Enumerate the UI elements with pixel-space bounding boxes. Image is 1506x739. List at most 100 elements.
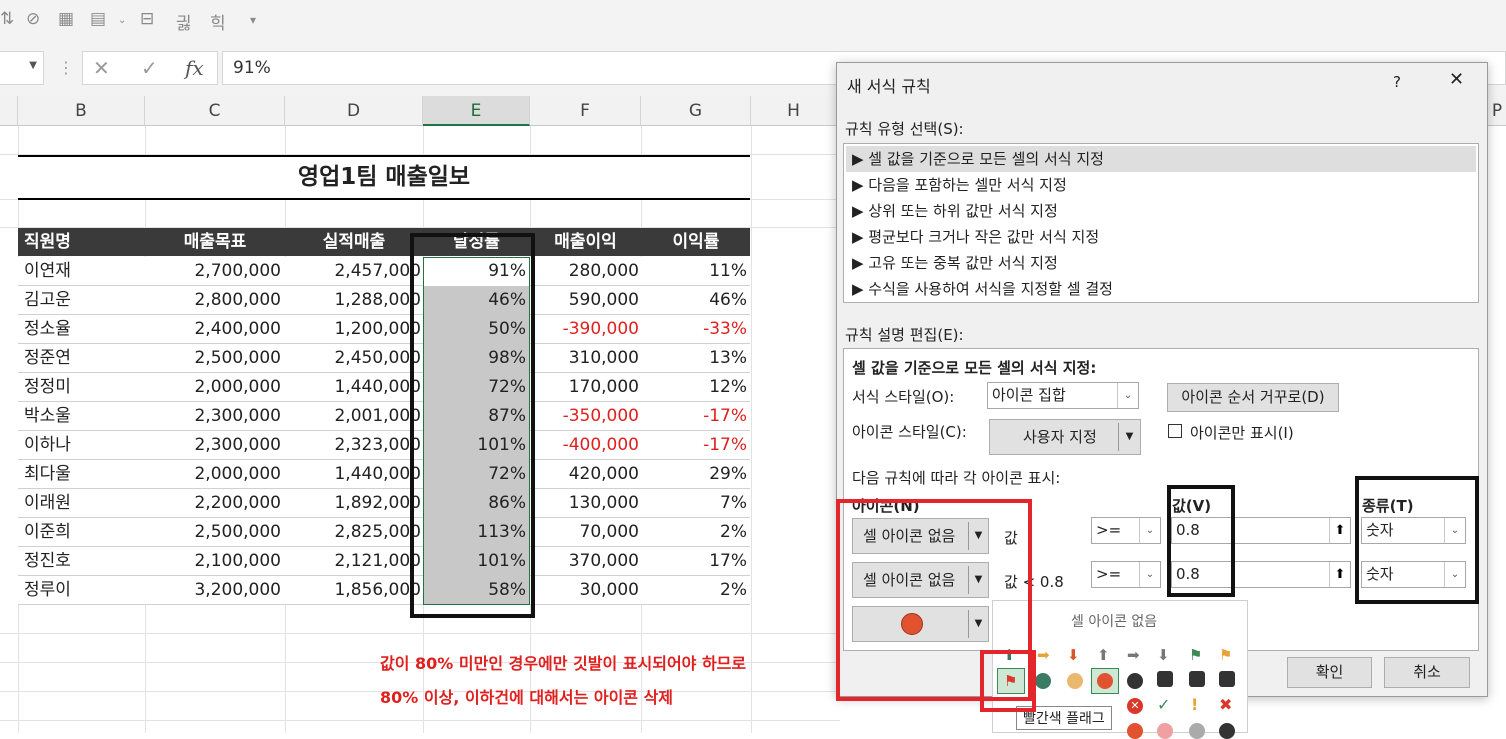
rule-type-list[interactable]: ▶ 셀 값을 기준으로 모든 셀의 서식 지정 ▶ 다음을 포함하는 셀만 서식… (843, 143, 1479, 303)
cell-profit[interactable]: 30,000 (530, 576, 639, 605)
cell-actual[interactable]: 1,200,000 (285, 315, 421, 344)
cell-profit[interactable]: -400,000 (530, 431, 639, 460)
cell-name[interactable]: 김고운 (24, 286, 71, 315)
icon-only-checkbox[interactable] (1168, 424, 1182, 438)
operator-select-2[interactable]: >= ⌄ (1091, 561, 1161, 588)
rule-type-item[interactable]: ▶ 고유 또는 중복 값만 서식 지정 (846, 250, 1476, 276)
cell-target[interactable]: 2,500,000 (145, 518, 281, 547)
cell-target[interactable]: 2,000,000 (145, 373, 281, 402)
cell-name[interactable]: 이준희 (24, 518, 71, 547)
ok-button[interactable]: 확인 (1287, 657, 1372, 688)
rule-type-item[interactable]: ▶ 셀 값을 기준으로 모든 셀의 서식 지정 (846, 146, 1476, 172)
cell-profit[interactable]: 590,000 (530, 286, 639, 315)
cell-margin[interactable]: 46% (641, 286, 747, 315)
reverse-icon-order-button[interactable]: 아이콘 순서 거꾸로(D) (1167, 383, 1339, 412)
cell-target[interactable]: 2,700,000 (145, 257, 281, 286)
yellow-flag-icon[interactable]: ⚑ (1219, 647, 1235, 663)
cell-margin[interactable]: -17% (641, 431, 747, 460)
gray-arrow-down-icon[interactable]: ⬇ (1157, 647, 1173, 663)
gray-arrow-up-icon[interactable]: ⬆ (1097, 647, 1113, 663)
cell-name[interactable]: 이래원 (24, 489, 71, 518)
cell-margin[interactable]: 13% (641, 344, 747, 373)
format-style-select[interactable]: 아이콘 집합 ⌄ (987, 382, 1139, 409)
insert-function-icon[interactable]: fx (185, 56, 204, 80)
cell-actual[interactable]: 1,440,000 (285, 373, 421, 402)
red-circle-icon[interactable] (1127, 723, 1143, 739)
column-header[interactable]: G (641, 96, 751, 126)
column-header[interactable]: P (1488, 96, 1506, 126)
yellow-circle-icon[interactable] (1067, 673, 1083, 689)
cell-profit[interactable]: -350,000 (530, 402, 639, 431)
rule-type-item[interactable]: ▶ 다음을 포함하는 셀만 서식 지정 (846, 172, 1476, 198)
cell-margin[interactable]: 11% (641, 257, 747, 286)
green-circle-icon[interactable] (1035, 673, 1051, 689)
icon-style-select[interactable]: 사용자 지정 ▼ (989, 419, 1141, 455)
cell-margin[interactable]: -17% (641, 402, 747, 431)
range-select-icon[interactable]: ⬆ (1329, 562, 1350, 587)
customize-icon[interactable]: ▾ (250, 13, 256, 27)
cell-target[interactable]: 2,800,000 (145, 286, 281, 315)
sort-icon[interactable]: ⇅ (0, 9, 14, 29)
cell-name[interactable]: 이하나 (24, 431, 71, 460)
cell-name[interactable]: 정정미 (24, 373, 71, 402)
cell-margin[interactable]: -33% (641, 315, 747, 344)
traffic-light-green-icon[interactable] (1157, 671, 1173, 687)
column-header[interactable]: F (530, 96, 641, 126)
cancel-icon[interactable]: ✕ (93, 56, 110, 80)
red-x-circle-icon[interactable]: ✕ (1127, 698, 1143, 714)
gray-arrow-right-icon[interactable]: ➡ (1127, 647, 1143, 663)
column-header[interactable]: D (285, 96, 423, 126)
cell-profit[interactable]: 130,000 (530, 489, 639, 518)
cell-name[interactable]: 정진호 (24, 547, 71, 576)
merge-icon[interactable]: ⊟ (140, 9, 154, 29)
exclamation-icon[interactable]: ! (1191, 697, 1207, 713)
black-circle-icon[interactable] (1127, 673, 1143, 689)
close-icon[interactable]: ✕ (1449, 69, 1464, 90)
pivot-icon[interactable]: ▤ (90, 9, 106, 29)
hangul-icon[interactable]: 긣 (176, 9, 192, 34)
cell-target[interactable]: 2,200,000 (145, 489, 281, 518)
cell-target[interactable]: 2,000,000 (145, 460, 281, 489)
hanja-icon[interactable]: 힉 (210, 9, 226, 34)
cell-name[interactable]: 정루이 (24, 576, 71, 605)
cell-name[interactable]: 박소울 (24, 402, 71, 431)
operator-select-1[interactable]: >= ⌄ (1091, 517, 1161, 544)
rule-type-item[interactable]: ▶ 수식을 사용하여 서식을 지정할 셀 결정 (846, 276, 1476, 302)
black-circle-icon[interactable] (1219, 723, 1235, 739)
cell-actual[interactable]: 2,121,000 (285, 547, 421, 576)
name-box[interactable]: ▼ (0, 51, 44, 85)
cell-target[interactable]: 2,400,000 (145, 315, 281, 344)
cell-actual[interactable]: 2,001,000 (285, 402, 421, 431)
cancel-button[interactable]: 취소 (1384, 657, 1470, 688)
cell-actual[interactable]: 2,450,000 (285, 344, 421, 373)
cell-margin[interactable]: 2% (641, 576, 747, 605)
chevron-down-icon[interactable]: ⌄ (118, 15, 126, 26)
cell-margin[interactable]: 17% (641, 547, 747, 576)
cell-target[interactable]: 2,300,000 (145, 402, 281, 431)
cell-margin[interactable]: 2% (641, 518, 747, 547)
column-header-selected[interactable]: E (423, 96, 530, 126)
cell-target[interactable]: 3,200,000 (145, 576, 281, 605)
green-flag-icon[interactable]: ⚑ (1189, 647, 1205, 663)
pink-circle-icon[interactable] (1157, 723, 1173, 739)
red-x-icon[interactable]: ✖ (1219, 697, 1235, 713)
column-header[interactable]: H (751, 96, 837, 126)
arrow-right-icon[interactable]: ➡ (1037, 647, 1053, 663)
cell-target[interactable]: 2,500,000 (145, 344, 281, 373)
cell-profit[interactable]: -390,000 (530, 315, 639, 344)
cell-name[interactable]: 정소율 (24, 315, 71, 344)
rule-type-item[interactable]: ▶ 상위 또는 하위 값만 서식 지정 (846, 198, 1476, 224)
cell-actual[interactable]: 2,323,000 (285, 431, 421, 460)
cell-actual[interactable]: 1,440,000 (285, 460, 421, 489)
cell-name[interactable]: 이연재 (24, 257, 71, 286)
rule-type-item[interactable]: ▶ 평균보다 크거나 작은 값만 서식 지정 (846, 224, 1476, 250)
cell-profit[interactable]: 370,000 (530, 547, 639, 576)
cell-profit[interactable]: 70,000 (530, 518, 639, 547)
column-header-a[interactable] (0, 96, 18, 126)
cell-target[interactable]: 2,300,000 (145, 431, 281, 460)
cell-actual[interactable]: 1,856,000 (285, 576, 421, 605)
cell-actual[interactable]: 2,457,000 (285, 257, 421, 286)
arrow-down-icon[interactable]: ⬇ (1067, 647, 1083, 663)
cell-actual[interactable]: 2,825,000 (285, 518, 421, 547)
cell-name[interactable]: 정준연 (24, 344, 71, 373)
